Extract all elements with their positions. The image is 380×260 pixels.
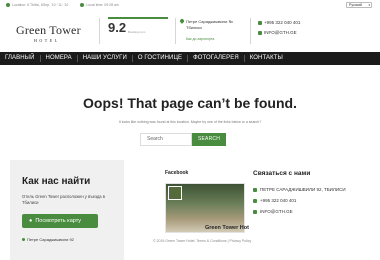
rating-bar (108, 17, 168, 19)
page-title: Oops! That page can’t be found. (83, 95, 297, 111)
contacts-address-text: ПЕТРЕ САРАДЖИШВИЛИ 92, ТБИЛИСИ (260, 187, 346, 192)
facebook-page-name[interactable]: Green Tower Hot (205, 225, 249, 231)
main-nav: ГЛАВНЫЙ НОМЕРА НАШИ УСЛУГИ О ГОСТИНИЦЕ Ф… (0, 52, 380, 65)
search-input[interactable]: Search (140, 133, 192, 146)
header-phone[interactable]: +995 322 040 401 (258, 20, 300, 25)
find-us-title: Как нас найти (22, 176, 91, 187)
header-address-line2: Тбилиси (186, 25, 202, 30)
location-text: Location: 6 Tbilisi, 6Sep, '10: '11; '10 (12, 3, 69, 7)
local-time-text: Local time: 09:28 am (86, 3, 119, 7)
airport-link[interactable]: Как до аэропорта (186, 37, 214, 41)
map-pin-icon (253, 187, 257, 192)
clock-icon (80, 3, 85, 7)
logo[interactable]: Green Tower (16, 23, 81, 38)
view-map-button[interactable]: ● Посмотреть карту (22, 214, 98, 228)
header-phone-text: +995 322 040 401 (264, 20, 301, 25)
header-address: Петре Сараджишвили № Тбилиси (179, 18, 233, 31)
divider (175, 18, 176, 44)
footer-text: © 2019 Green Tower Hotel. Terms & Condit… (153, 239, 252, 243)
nav-item-contacts[interactable]: КОНТАКТЫ (245, 52, 288, 65)
page-subtitle: It looks like nothing was found at this … (118, 120, 262, 124)
map-pin-icon (22, 238, 25, 241)
divider (99, 18, 100, 44)
nav-item-home[interactable]: ГЛАВНЫЙ (0, 52, 40, 65)
search-button[interactable]: SEARCH (192, 133, 226, 146)
language-select-value: Русский (349, 3, 362, 7)
view-map-button-label: Посмотреть карту (35, 218, 82, 224)
nav-item-services[interactable]: НАШИ УСЛУГИ (78, 52, 132, 65)
find-us-address: Петре Сараджишвили 92 (22, 237, 74, 242)
mail-icon (258, 30, 262, 35)
nav-item-gallery[interactable]: ФОТОГАЛЕРЕЯ (188, 52, 244, 65)
chevron-down-icon: ▾ (368, 3, 370, 7)
contacts-email[interactable]: INFO@GTH.GE (253, 209, 293, 214)
nav-item-about[interactable]: О ГОСТИНИЦЕ (133, 52, 187, 65)
map-pin-icon: ● (29, 218, 33, 224)
map-pin-icon (179, 18, 185, 24)
contacts-phone-text: +995 322 040 401 (260, 198, 297, 203)
facebook-title: Facebook (165, 170, 189, 176)
logo-subtitle: HOTEL (34, 38, 60, 43)
find-us-card: Как нас найти Отель Green Tower располож… (10, 160, 124, 260)
contacts-phone[interactable]: +995 322 040 401 (253, 198, 296, 203)
header-email-text: INFO@GTH.GE (264, 30, 297, 35)
location-icon (6, 3, 10, 7)
facebook-avatar (168, 186, 182, 200)
location-info: Location: 6 Tbilisi, 6Sep, '10: '11; '10 (6, 3, 68, 7)
language-select[interactable]: Русский ▾ (346, 2, 372, 8)
top-bar: Location: 6 Tbilisi, 6Sep, '10: '11; '10… (0, 0, 380, 10)
contacts-email-text: INFO@GTH.GE (260, 209, 293, 214)
header: Green Tower HOTEL 9.2 Booking.com Петре … (0, 10, 380, 52)
contacts-address: ПЕТРЕ САРАДЖИШВИЛИ 92, ТБИЛИСИ (253, 187, 346, 192)
phone-icon (258, 20, 262, 25)
nav-item-rooms[interactable]: НОМЕРА (41, 52, 77, 65)
find-us-text: Отель Green Tower расположен у въезда в … (22, 194, 105, 205)
rating-source: Booking.com (128, 30, 146, 34)
local-time-info: Local time: 09:28 am (80, 3, 119, 7)
divider (250, 18, 251, 44)
mail-icon (253, 209, 257, 214)
contacts-title: Связаться с нами (253, 170, 311, 177)
find-us-address-text: Петре Сараджишвили 92 (27, 237, 74, 242)
rating-value: 9.2 (108, 20, 127, 35)
phone-icon (253, 198, 257, 203)
header-email[interactable]: INFO@GTH.GE (258, 30, 297, 35)
